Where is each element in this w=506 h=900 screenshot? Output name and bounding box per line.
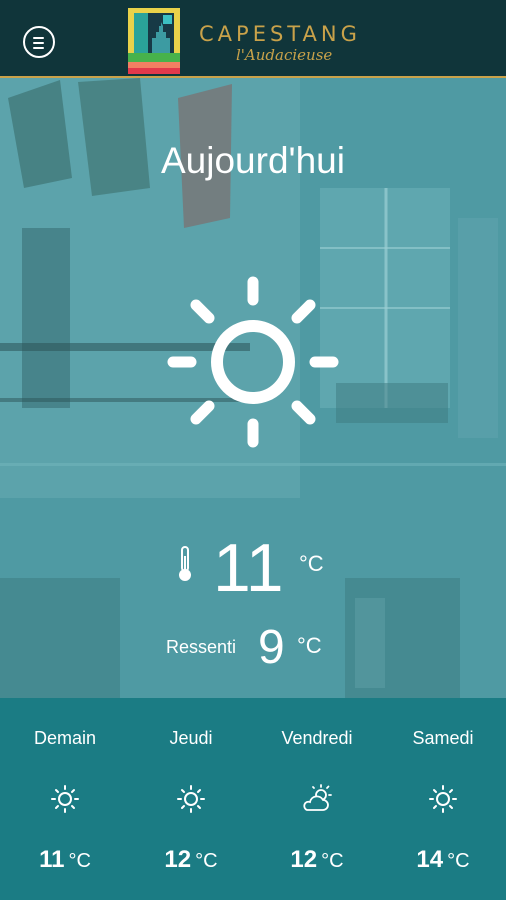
capestang-logo[interactable]: CAPESTANG l'Audacieuse — [128, 8, 362, 74]
app-header: CAPESTANG l'Audacieuse — [0, 0, 506, 78]
forecast-day[interactable]: Jeudi 12 °C — [128, 698, 254, 900]
feels-like-unit: °C — [297, 633, 322, 658]
today-panel: Aujourd'hui 11 °C Ressenti 9 °C — [0, 78, 506, 698]
thermometer-icon — [179, 546, 191, 581]
today-title: Aujourd'hui — [161, 140, 345, 181]
forecast-strip: Demain 11 °C Jeudi 12 °C Vendredi 12 °C … — [0, 698, 506, 900]
feels-like-label: Ressenti — [166, 637, 237, 657]
forecast-temp: 14 °C — [380, 846, 506, 874]
forecast-day-name: Demain — [33, 728, 97, 748]
forecast-temp: 11 °C — [2, 846, 128, 874]
forecast-temp-value: 14 — [416, 846, 444, 873]
forecast-day-name: Vendredi — [281, 728, 353, 748]
forecast-day-name: Jeudi — [169, 728, 213, 748]
sun-icon — [167, 276, 339, 448]
brand-tagline: l'Audacieuse — [236, 46, 333, 64]
forecast-temp-value: 12 — [290, 846, 318, 873]
brand-name: CAPESTANG — [199, 22, 361, 46]
forecast-temp-unit: °C — [447, 850, 470, 872]
forecast-temp: 12 °C — [128, 846, 254, 874]
forecast-day-name: Samedi — [412, 728, 474, 748]
sun-icon — [51, 785, 79, 813]
forecast-temp-unit: °C — [321, 850, 344, 872]
menu-icon[interactable] — [23, 26, 55, 58]
logo-emblem — [128, 8, 180, 74]
forecast-temp-unit: °C — [68, 850, 91, 872]
forecast-temp-value: 12 — [164, 846, 192, 873]
current-temperature-unit: °C — [299, 551, 324, 576]
forecast-temp-unit: °C — [195, 850, 218, 872]
sun-icon — [429, 785, 457, 813]
forecast-day[interactable]: Samedi 14 °C — [380, 698, 506, 900]
forecast-temp: 12 °C — [254, 846, 380, 874]
forecast-day[interactable]: Vendredi 12 °C — [254, 698, 380, 900]
feels-like-value: 9 — [258, 621, 285, 674]
partly-cloudy-icon — [303, 784, 332, 811]
current-temperature: 11 — [213, 530, 284, 606]
forecast-temp-value: 11 — [39, 846, 65, 873]
sun-icon — [177, 785, 205, 813]
forecast-day[interactable]: Demain 11 °C — [2, 698, 128, 900]
weather-app: CAPESTANG l'Audacieuse Aujourd'hui 11 °C… — [0, 0, 506, 900]
